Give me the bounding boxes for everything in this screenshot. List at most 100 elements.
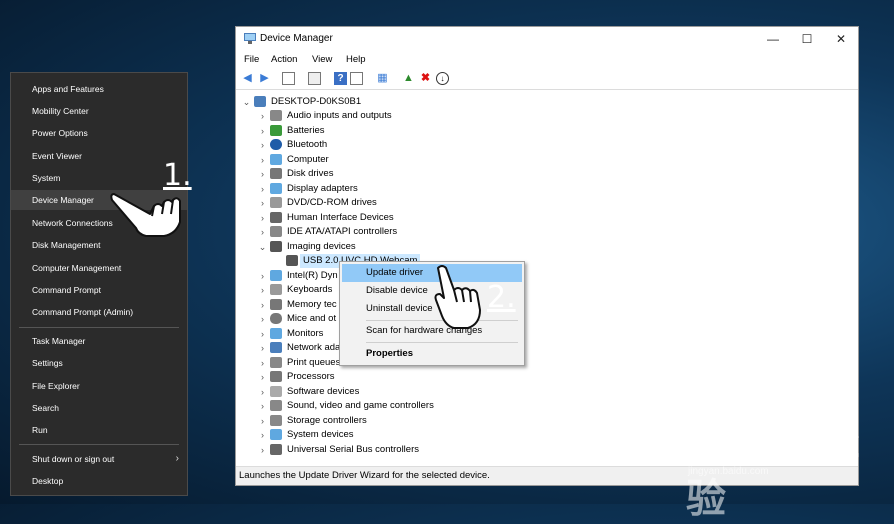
baidu-watermark: Baidu经验 jingyan.baidu.com (686, 408, 894, 524)
chevron-right-icon[interactable]: › (258, 182, 267, 196)
menu-bar: File Action View Help (236, 52, 858, 68)
menu-item-event-viewer[interactable]: Event Viewer (11, 146, 187, 166)
chevron-down-icon[interactable]: ⌄ (258, 240, 267, 254)
chevron-right-icon[interactable]: › (258, 196, 267, 210)
menu-help[interactable]: Help (346, 54, 366, 65)
menu-item-label: Event Viewer (32, 151, 82, 161)
pointing-hand-icon (110, 193, 181, 237)
chevron-right-icon[interactable]: › (258, 124, 267, 138)
download-icon[interactable]: ↓ (436, 72, 449, 85)
update-driver-icon[interactable]: ▲ (402, 72, 415, 85)
back-icon[interactable]: ◀ (241, 72, 254, 85)
help-icon[interactable]: ? (334, 72, 347, 85)
tree-item-label: Print queues (287, 357, 341, 368)
menu-item-label: Mobility Center (32, 106, 89, 116)
menu-item-task-manager[interactable]: Task Manager (11, 331, 187, 351)
chevron-right-icon[interactable]: › (258, 428, 267, 442)
watermark-url: jingyan.baidu.com (688, 466, 769, 477)
memory-icon (270, 299, 282, 310)
tree-item-label: Intel(R) Dyn (287, 270, 338, 281)
chevron-right-icon[interactable]: › (258, 211, 267, 225)
chevron-right-icon[interactable]: › (258, 225, 267, 239)
chevron-right-icon[interactable]: › (258, 414, 267, 428)
status-text: Launches the Update Driver Wizard for th… (239, 470, 490, 481)
menu-item-apps-features[interactable]: Apps and Features (11, 79, 187, 99)
menu-item-label: File Explorer (32, 381, 80, 391)
menu-item-label: Disable device (366, 285, 428, 296)
menu-item-computer-management[interactable]: Computer Management (11, 258, 187, 278)
chevron-right-icon[interactable]: › (258, 341, 267, 355)
menu-item-file-explorer[interactable]: File Explorer (11, 376, 187, 396)
menu-item-mobility-center[interactable]: Mobility Center (11, 101, 187, 121)
chevron-right-icon[interactable]: › (258, 370, 267, 384)
show-hide-console-tree-icon[interactable] (308, 72, 321, 85)
menu-item-shut-down[interactable]: Shut down or sign out › (11, 449, 187, 469)
printer-icon (270, 357, 282, 368)
menu-item-command-prompt[interactable]: Command Prompt (11, 280, 187, 300)
speaker-icon (270, 110, 282, 121)
tree-item-label: Mice and ot (287, 313, 337, 324)
menu-item-label: Shut down or sign out (32, 454, 115, 464)
minimize-button[interactable]: — (756, 29, 790, 49)
tree-item-label: Keyboards (287, 284, 333, 295)
menu-item-label: Command Prompt (Admin) (32, 307, 134, 317)
monitor-icon (270, 328, 282, 339)
webcam-icon (286, 255, 298, 266)
tree-item-label: Batteries (287, 125, 325, 136)
tree-item-label: Memory tec (287, 299, 337, 310)
menu-view[interactable]: View (312, 54, 332, 65)
menu-item-label: Uninstall device (366, 303, 433, 314)
chevron-right-icon[interactable]: › (258, 269, 267, 283)
forward-icon[interactable]: ▶ (258, 72, 271, 85)
maximize-button[interactable]: ☐ (790, 29, 824, 49)
winx-menu: Apps and Features Mobility Center Power … (10, 72, 188, 496)
chevron-right-icon[interactable]: › (258, 385, 267, 399)
chevron-right-icon[interactable]: › (258, 109, 267, 123)
menu-item-settings[interactable]: Settings (11, 353, 187, 373)
close-button[interactable]: ✕ (824, 29, 858, 49)
tree-item-label: Network ada (287, 342, 341, 353)
scan-hardware-icon[interactable]: ▦ (376, 72, 389, 85)
tree-item-label: Human Interface Devices (287, 212, 394, 223)
camera-icon (270, 241, 282, 252)
chevron-right-icon[interactable]: › (258, 356, 267, 370)
uninstall-icon[interactable]: ✖ (419, 72, 432, 85)
chevron-right-icon[interactable]: › (258, 327, 267, 341)
chevron-right-icon[interactable]: › (258, 312, 267, 326)
menu-item-desktop[interactable]: Desktop (11, 471, 187, 491)
chevron-right-icon[interactable]: › (258, 138, 267, 152)
tree-item-label: System devices (287, 429, 354, 440)
chevron-right-icon[interactable]: › (258, 399, 267, 413)
title-bar: Device Manager — ☐ ✕ (236, 27, 858, 51)
tree-item-label: Imaging devices (287, 241, 356, 252)
chevron-right-icon[interactable]: › (258, 298, 267, 312)
menu-divider (366, 342, 518, 343)
menu-file[interactable]: File (244, 54, 259, 65)
processor-icon (270, 371, 282, 382)
tree-item-label: Audio inputs and outputs (287, 110, 392, 121)
computer-icon (254, 96, 266, 107)
menu-item-power-options[interactable]: Power Options (11, 123, 187, 143)
details-icon[interactable] (350, 72, 363, 85)
menu-action[interactable]: Action (271, 54, 297, 65)
chevron-right-icon[interactable]: › (258, 283, 267, 297)
menu-item-search[interactable]: Search (11, 398, 187, 418)
menu-item-label: Task Manager (32, 336, 86, 346)
system-device-icon (270, 429, 282, 440)
chevron-right-icon[interactable]: › (258, 167, 267, 181)
menu-item-label: Apps and Features (32, 84, 104, 94)
menu-item-label: Search (32, 403, 59, 413)
menu-item-label: Command Prompt (32, 285, 101, 295)
menu-item-label: Disk Management (32, 240, 101, 250)
chevron-right-icon[interactable]: › (258, 443, 267, 457)
tree-item-label: Computer (287, 154, 329, 165)
tree-item-label: Sound, video and game controllers (287, 400, 434, 411)
chevron-down-icon[interactable]: ⌄ (242, 95, 251, 109)
menu-item-label: Computer Management (32, 263, 122, 273)
usb-icon (270, 444, 282, 455)
properties-item[interactable]: Properties (342, 345, 522, 363)
properties-icon[interactable] (282, 72, 295, 85)
menu-item-run[interactable]: Run (11, 420, 187, 440)
menu-item-command-prompt-admin[interactable]: Command Prompt (Admin) (11, 302, 187, 322)
chevron-right-icon[interactable]: › (258, 153, 267, 167)
